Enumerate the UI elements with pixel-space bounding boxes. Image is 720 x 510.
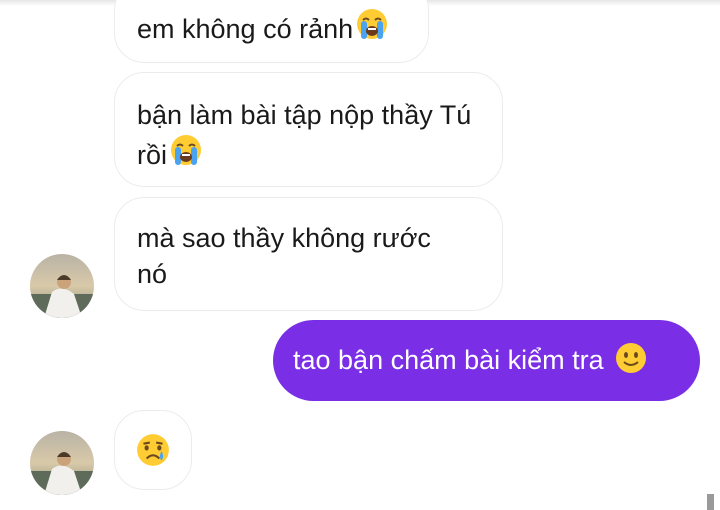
- crying-face-icon: [135, 432, 171, 468]
- message-text: em không có rảnh: [137, 14, 354, 44]
- loudly-crying-face-icon: [169, 133, 203, 176]
- contact-avatar[interactable]: [30, 431, 94, 495]
- message-text: mà sao thầy không rước nó: [137, 223, 431, 289]
- incoming-message[interactable]: mà sao thầy không rước nó: [114, 197, 503, 311]
- incoming-message[interactable]: em không có rảnh: [114, 0, 429, 63]
- slightly-smiling-face-icon: [614, 326, 648, 407]
- outgoing-message[interactable]: tao bận chấm bài kiểm tra: [273, 320, 700, 401]
- scrollbar-thumb[interactable]: [707, 494, 714, 510]
- incoming-emoji-message[interactable]: [114, 410, 192, 490]
- incoming-message[interactable]: bận làm bài tập nộp thầy Tú rồi: [114, 72, 503, 187]
- chat-screen: em không có rảnh bận làm bài tập nộp thầ…: [0, 0, 720, 510]
- message-text: tao bận chấm bài kiểm tra: [293, 345, 604, 375]
- loudly-crying-face-icon: [355, 7, 389, 50]
- contact-avatar[interactable]: [30, 254, 94, 318]
